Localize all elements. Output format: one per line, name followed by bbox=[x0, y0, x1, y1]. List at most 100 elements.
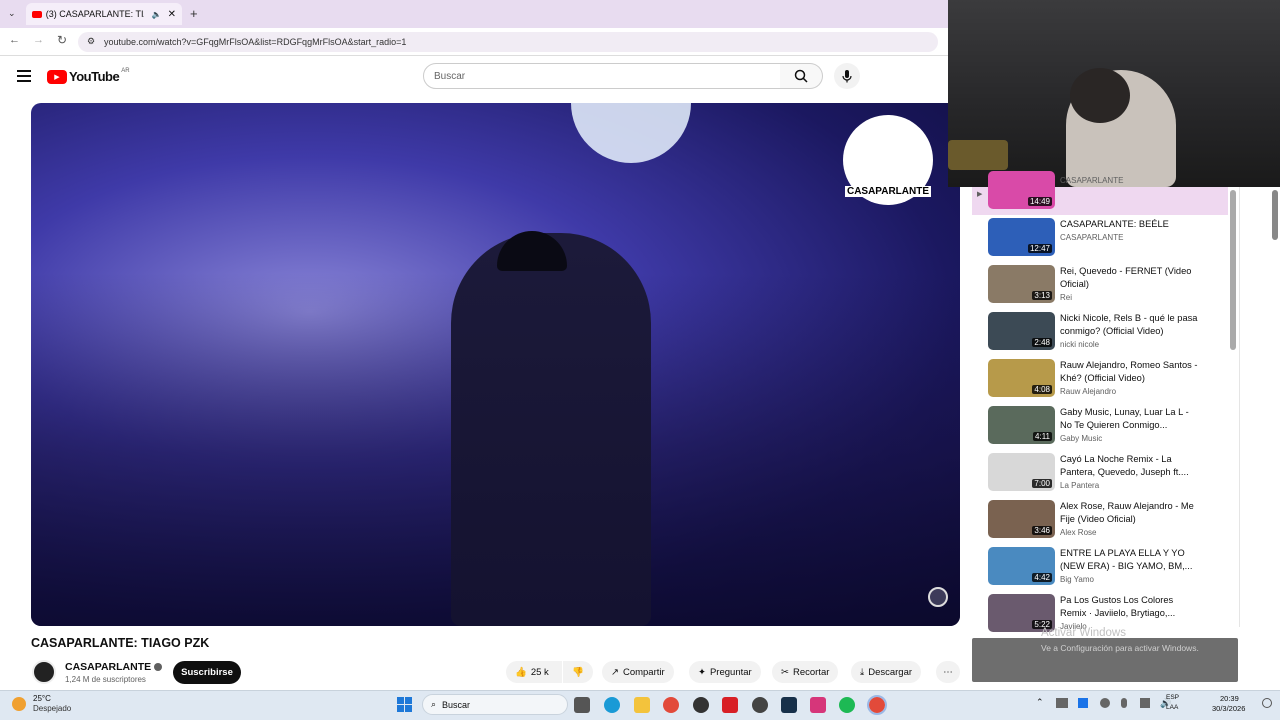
spotify-icon[interactable] bbox=[839, 697, 855, 713]
playlist-item-title[interactable]: Rauw Alejandro, Romeo Santos - Khé? (Off… bbox=[1060, 359, 1200, 384]
playlist-item-title[interactable]: ENTRE LA PLAYA ELLA Y YO (NEW ERA) - BIG… bbox=[1060, 547, 1200, 572]
browser-tab[interactable]: (3) CASAPARLANTE: TIAGO 🔈 ✕ bbox=[26, 3, 182, 25]
menu-icon[interactable] bbox=[17, 70, 31, 82]
back-icon[interactable]: ← bbox=[9, 34, 20, 46]
search-input[interactable]: Buscar bbox=[423, 63, 781, 89]
instagram-icon[interactable] bbox=[810, 697, 826, 713]
playlist-item-title[interactable]: Alex Rose, Rauw Alejandro - Me Fije (Vid… bbox=[1060, 500, 1200, 525]
url-field[interactable]: ⚙ youtube.com/watch?v=GFqgMrFlsOA&list=R… bbox=[78, 32, 938, 52]
language-secondary: LAA bbox=[1166, 704, 1179, 711]
tray-wifi2-icon[interactable] bbox=[1140, 698, 1150, 708]
edge-icon[interactable] bbox=[604, 697, 620, 713]
casaparlante-logo-text: CASAPARLANTE bbox=[844, 186, 932, 197]
channel-avatar[interactable] bbox=[32, 660, 56, 684]
windows-start-icon[interactable] bbox=[397, 697, 412, 712]
video-duration: 3:46 bbox=[1032, 526, 1052, 535]
tray-chevron-icon[interactable]: ⌃ bbox=[1036, 697, 1044, 708]
playlist-item-title[interactable]: Rei, Quevedo - FERNET (Video Oficial) bbox=[1060, 265, 1200, 290]
subscriber-count: 1,24 M de suscriptores bbox=[65, 675, 146, 684]
weather-temp: 25°C bbox=[33, 694, 51, 703]
activation-title: Activar Windows bbox=[1041, 627, 1126, 639]
playlist-item-title[interactable]: Nicki Nicole, Rels B - qué le pasa conmi… bbox=[1060, 312, 1200, 337]
tab-close-icon[interactable]: ✕ bbox=[168, 9, 176, 20]
playlist-item-title[interactable]: Cayó La Noche Remix - La Pantera, Queved… bbox=[1060, 453, 1200, 478]
task-view-icon[interactable] bbox=[574, 697, 590, 713]
playlist-thumbnail[interactable]: 4:11 bbox=[988, 406, 1055, 444]
sparkle-icon: ✦ bbox=[698, 666, 706, 678]
playlist-thumbnail[interactable]: 4:08 bbox=[988, 359, 1055, 397]
playlist-item[interactable]: 3:46 Alex Rose, Rauw Alejandro - Me Fije … bbox=[988, 500, 1228, 540]
share-button[interactable]: ↗ Compartir bbox=[602, 661, 674, 683]
playlist-item[interactable]: 12:47 CASAPARLANTE: BEÉLE CASAPARLANTE bbox=[988, 218, 1228, 258]
video-duration: 14:49 bbox=[1027, 197, 1052, 206]
download-label: Descargar bbox=[868, 666, 913, 678]
like-button[interactable]: 👍 25 k bbox=[506, 661, 562, 683]
tray-network-icon[interactable] bbox=[1056, 698, 1068, 708]
notifications-icon[interactable] bbox=[1262, 698, 1272, 708]
app-icon[interactable] bbox=[781, 697, 797, 713]
youtube-logo[interactable]: ▶ YouTube AR bbox=[47, 68, 130, 84]
playlist-thumbnail[interactable]: 4:42 bbox=[988, 547, 1055, 585]
taskbar-search[interactable]: ⌕ Buscar bbox=[422, 694, 568, 715]
webcam-object-shape bbox=[948, 140, 1008, 170]
playlist-item[interactable]: 4:42 ENTRE LA PLAYA ELLA Y YO (NEW ERA) -… bbox=[988, 547, 1228, 587]
video-duration: 12:47 bbox=[1027, 244, 1052, 253]
download-icon: ⤓ bbox=[860, 666, 865, 678]
obs-icon[interactable] bbox=[693, 697, 709, 713]
playlist-thumbnail[interactable]: 3:13 bbox=[988, 265, 1055, 303]
file-explorer-icon[interactable] bbox=[634, 697, 650, 713]
clip-button[interactable]: ✂ Recortar bbox=[772, 661, 839, 683]
chatgpt-icon[interactable] bbox=[752, 697, 768, 713]
forward-icon[interactable]: → bbox=[33, 34, 44, 46]
tab-list-chevron-icon[interactable]: ⌄ bbox=[8, 8, 16, 19]
reload-icon[interactable]: ↻ bbox=[57, 33, 67, 47]
playlist-item[interactable]: 2:48 Nicki Nicole, Rels B - qué le pasa c… bbox=[988, 312, 1228, 352]
youtube-favicon-icon bbox=[32, 10, 42, 18]
video-player[interactable]: CASAPARLANTE bbox=[31, 103, 960, 626]
playlist-item[interactable]: 4:08 Rauw Alejandro, Romeo Santos - Khé? … bbox=[988, 359, 1228, 399]
dislike-button[interactable]: 👎 bbox=[563, 661, 593, 683]
url-text: youtube.com/watch?v=GFqgMrFlsOA&list=RDG… bbox=[104, 37, 407, 47]
video-duration: 4:11 bbox=[1033, 432, 1052, 441]
clock-time[interactable]: 20:39 bbox=[1220, 694, 1239, 703]
chrome-icon[interactable] bbox=[663, 697, 679, 713]
playlist-item-channel: Rauw Alejandro bbox=[1060, 387, 1117, 396]
playlist-scrollbar[interactable] bbox=[1230, 190, 1236, 350]
playlist-thumbnail[interactable]: 3:46 bbox=[988, 500, 1055, 538]
subscribe-button[interactable]: Suscribirse bbox=[173, 661, 241, 684]
playlist-thumbnail[interactable]: 12:47 bbox=[988, 218, 1055, 256]
weather-icon[interactable] bbox=[12, 697, 26, 711]
playlist-item[interactable]: 4:11 Gaby Music, Lunay, Luar La L - No Te… bbox=[988, 406, 1228, 446]
language-primary[interactable]: ESP bbox=[1166, 694, 1179, 701]
playlist-item[interactable]: 3:13 Rei, Quevedo - FERNET (Video Oficial… bbox=[988, 265, 1228, 305]
site-info-icon[interactable]: ⚙ bbox=[87, 36, 95, 47]
more-actions-button[interactable]: ⋯ bbox=[936, 661, 960, 683]
playlist-thumbnail[interactable]: 7:00 bbox=[988, 453, 1055, 491]
tray-wifi-icon[interactable] bbox=[1100, 698, 1110, 708]
search-button[interactable] bbox=[780, 63, 823, 89]
download-button[interactable]: ⤓ Descargar bbox=[851, 661, 922, 683]
video-watermark-icon bbox=[928, 587, 948, 607]
playlist-item-title[interactable]: Pa Los Gustos Los Colores Remix · Javiie… bbox=[1060, 594, 1200, 619]
tray-app-icon[interactable] bbox=[1078, 698, 1088, 708]
tray-mic-icon[interactable] bbox=[1121, 698, 1127, 708]
playlist-item[interactable]: 14:49 CASAPARLANTE bbox=[988, 171, 1228, 211]
page-scrollbar[interactable] bbox=[1272, 190, 1278, 240]
channel-name[interactable]: CASAPARLANTE bbox=[65, 661, 163, 673]
more-icon: ⋯ bbox=[943, 666, 953, 678]
clip-label: Recortar bbox=[792, 666, 830, 678]
verified-icon bbox=[154, 663, 163, 671]
netflix-icon[interactable] bbox=[722, 697, 738, 713]
video-performer-shape bbox=[451, 233, 651, 626]
playlist-thumbnail[interactable]: 14:49 bbox=[988, 171, 1055, 209]
activation-subtitle: Ve a Configuración para activar Windows. bbox=[1041, 643, 1199, 653]
playlist-item-title[interactable]: CASAPARLANTE: BEÉLE bbox=[1060, 218, 1200, 231]
playlist-item[interactable]: 7:00 Cayó La Noche Remix - La Pantera, Qu… bbox=[988, 453, 1228, 493]
voice-search-button[interactable] bbox=[834, 63, 860, 89]
playlist-thumbnail[interactable]: 2:48 bbox=[988, 312, 1055, 350]
playlist-item-title[interactable]: Gaby Music, Lunay, Luar La L - No Te Qui… bbox=[1060, 406, 1200, 431]
chrome-active-icon[interactable] bbox=[867, 695, 887, 715]
ask-button[interactable]: ✦ Preguntar bbox=[689, 661, 761, 683]
audio-playing-icon[interactable]: 🔈 bbox=[152, 10, 162, 19]
new-tab-icon[interactable]: + bbox=[190, 6, 198, 21]
